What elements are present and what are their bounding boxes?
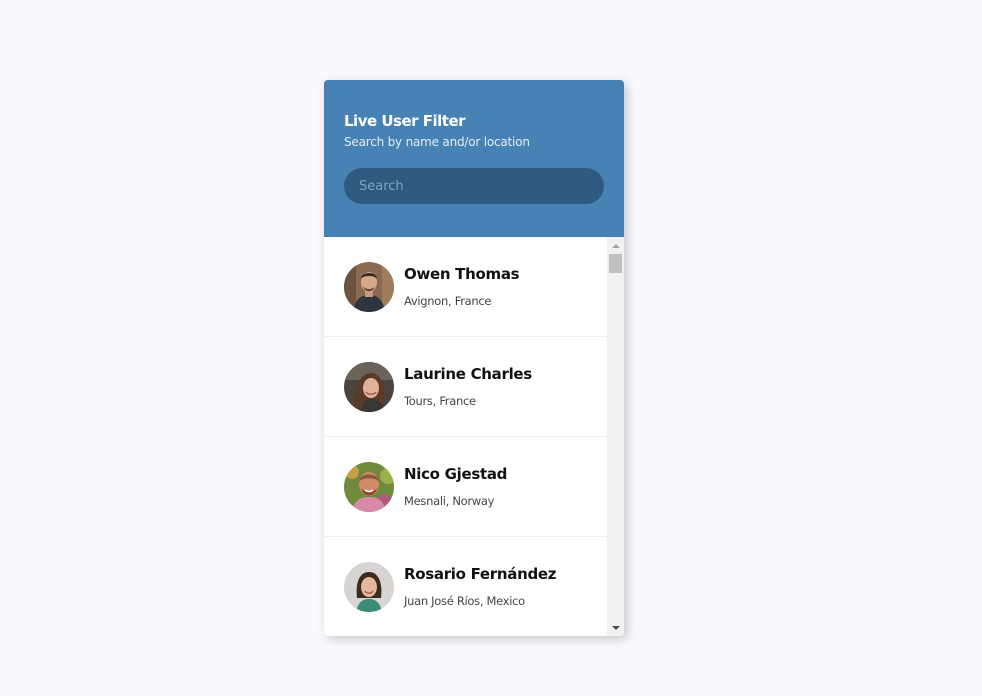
card-subtitle: Search by name and/or location xyxy=(344,135,530,149)
card-title: Live User Filter xyxy=(344,112,466,130)
user-location: Juan José Ríos, Mexico xyxy=(404,594,525,608)
avatar xyxy=(344,261,394,312)
scroll-up-button[interactable] xyxy=(607,237,624,254)
scrollbar-thumb[interactable] xyxy=(609,254,622,273)
user-name: Owen Thomas xyxy=(404,265,520,283)
scrollbar[interactable] xyxy=(607,237,624,636)
list-item: Nico Gjestad Mesnali, Norway xyxy=(324,437,607,537)
user-name: Nico Gjestad xyxy=(404,465,508,483)
user-list: Owen Thomas Avignon, France Laurine Char… xyxy=(324,237,607,636)
list-item: Owen Thomas Avignon, France xyxy=(324,237,607,337)
list-item: Rosario Fernández Juan José Ríos, Mexico xyxy=(324,537,607,636)
arrow-down-icon xyxy=(611,625,620,630)
user-info: Nico Gjestad Mesnali, Norway xyxy=(404,464,507,509)
avatar xyxy=(344,461,394,512)
user-name: Laurine Charles xyxy=(404,365,532,383)
user-info: Rosario Fernández Juan José Ríos, Mexico xyxy=(404,564,557,609)
user-location: Tours, France xyxy=(404,394,476,408)
user-name: Rosario Fernández xyxy=(404,565,557,583)
avatar xyxy=(344,561,394,612)
card-header: Live User Filter Search by name and/or l… xyxy=(324,80,624,237)
avatar xyxy=(344,361,394,412)
user-filter-card: Live User Filter Search by name and/or l… xyxy=(324,80,624,636)
user-info: Owen Thomas Avignon, France xyxy=(404,264,520,309)
search-input[interactable] xyxy=(344,168,604,204)
user-location: Mesnali, Norway xyxy=(404,494,495,508)
list-item: Laurine Charles Tours, France xyxy=(324,337,607,437)
user-list-viewport[interactable]: Owen Thomas Avignon, France Laurine Char… xyxy=(324,237,624,636)
user-location: Avignon, France xyxy=(404,294,492,308)
arrow-up-icon xyxy=(611,243,620,248)
user-info: Laurine Charles Tours, France xyxy=(404,364,532,409)
scroll-down-button[interactable] xyxy=(607,619,624,636)
